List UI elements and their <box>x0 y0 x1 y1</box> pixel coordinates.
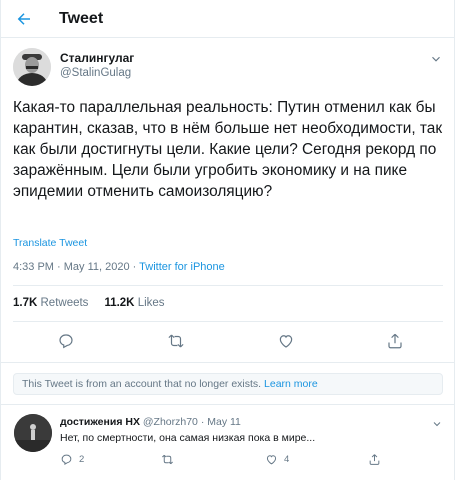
tweet-source[interactable]: Twitter for iPhone <box>139 261 225 273</box>
like-button[interactable] <box>277 332 295 350</box>
reply-icon <box>61 454 72 465</box>
translate-tweet-link[interactable]: Translate Tweet <box>13 237 87 249</box>
tweet-text: Какая-то параллельная реальность: Путин … <box>13 99 443 200</box>
more-options-button[interactable] <box>429 52 443 66</box>
reply-like-button[interactable]: 4 <box>265 452 289 466</box>
divider <box>1 362 454 363</box>
heart-icon <box>266 454 277 464</box>
reply-replies-count: 2 <box>79 453 85 465</box>
chevron-down-icon <box>433 422 441 427</box>
author-handle[interactable]: @StalinGulag <box>60 67 131 79</box>
avatar-silhouette-icon <box>14 414 52 452</box>
retweet-icon <box>162 454 173 464</box>
likes-stat[interactable]: 11.2K Likes <box>104 297 164 309</box>
retweet-button[interactable] <box>167 332 185 350</box>
divider <box>13 285 443 286</box>
tweet-stats: 1.7K Retweets 11.2K Likes <box>13 297 165 309</box>
chevron-down-icon <box>432 56 440 62</box>
retweets-label: Retweets <box>40 297 89 309</box>
likes-count: 11.2K <box>104 297 135 309</box>
reply-header: достижения НХ @Zhorzh70 · May 11 <box>60 416 241 428</box>
reply-more-options-button[interactable] <box>431 417 443 429</box>
retweets-stat[interactable]: 1.7K Retweets <box>13 297 88 309</box>
page-header: Tweet <box>1 0 454 38</box>
learn-more-link[interactable]: Learn more <box>264 378 318 390</box>
reply-icon <box>59 334 73 349</box>
back-button[interactable] <box>11 6 37 32</box>
reply-button[interactable] <box>57 332 75 350</box>
reply-author-handle[interactable]: @Zhorzh70 <box>143 416 198 428</box>
divider <box>13 321 443 322</box>
avatar[interactable] <box>13 48 51 86</box>
reply-text: Нет, по смертности, она самая низкая пок… <box>60 432 316 444</box>
deleted-account-notice: This Tweet is from an account that no lo… <box>13 373 443 395</box>
notice-text: This Tweet is from an account that no lo… <box>22 378 265 390</box>
reply-retweet-button[interactable] <box>161 452 174 466</box>
avatar-portrait-icon <box>13 48 51 86</box>
share-button[interactable] <box>386 332 404 350</box>
tweet-page: Tweet Сталингулаг @StalinGulag Какая-то … <box>0 0 455 480</box>
reply-share-button[interactable] <box>368 452 381 466</box>
reply-likes-count: 4 <box>284 453 290 465</box>
divider <box>1 404 454 405</box>
share-icon <box>369 453 380 465</box>
page-title: Tweet <box>59 10 104 27</box>
heart-icon <box>279 335 293 348</box>
tweet-timestamp: 4:33 PM · May 11, 2020 · Twitter for iPh… <box>13 261 225 273</box>
reply-author-name[interactable]: достижения НХ <box>60 416 140 428</box>
author-name[interactable]: Сталингулаг <box>60 51 134 65</box>
likes-label: Likes <box>137 297 165 309</box>
reply-avatar[interactable] <box>14 414 52 452</box>
reply-date[interactable]: · May 11 <box>201 416 241 428</box>
reply-reply-button[interactable]: 2 <box>60 452 84 466</box>
retweet-icon <box>168 334 184 348</box>
share-icon <box>388 333 402 349</box>
retweets-count: 1.7K <box>13 297 38 309</box>
tweet-time[interactable]: 4:33 PM · May 11, 2020 · <box>13 261 139 273</box>
arrow-left-icon <box>17 13 30 25</box>
